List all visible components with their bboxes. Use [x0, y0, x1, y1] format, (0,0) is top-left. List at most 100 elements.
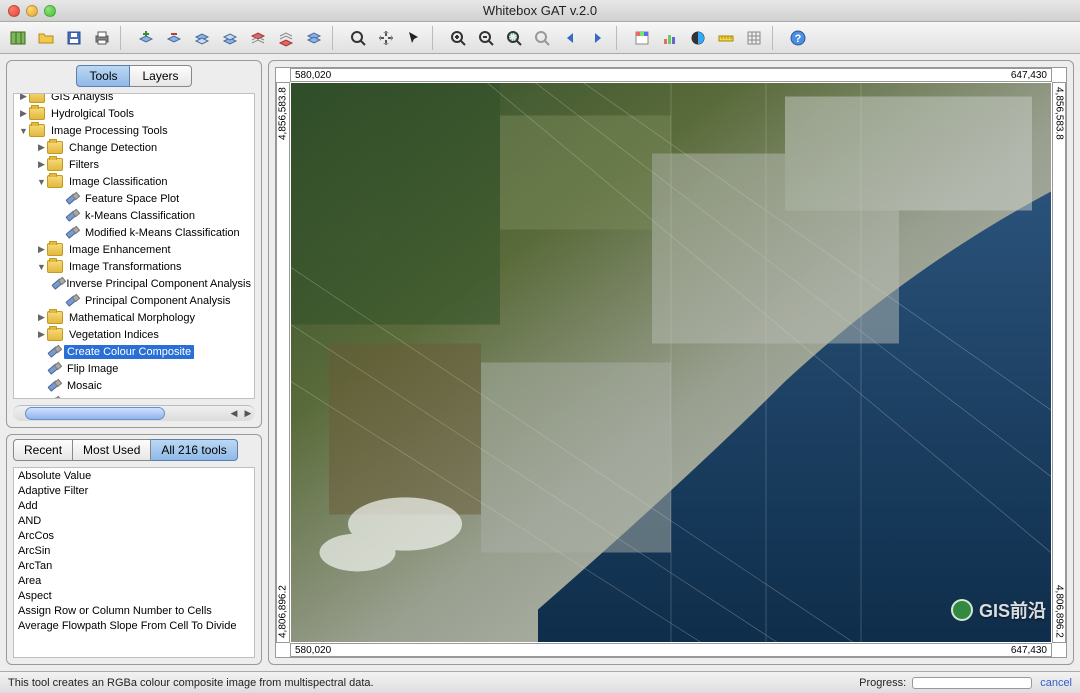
tree-row[interactable]: ▶Image Enhancement	[14, 241, 254, 258]
print-icon[interactable]	[90, 26, 114, 50]
tree-row[interactable]: Flip Image	[14, 360, 254, 377]
ruler-right: 4,856,583.8 4,806,896.2	[1052, 82, 1066, 643]
list-item[interactable]: ArcTan	[14, 558, 254, 573]
tool-icon	[47, 362, 61, 375]
tab-recent[interactable]: Recent	[13, 439, 73, 461]
folder-icon	[47, 243, 63, 256]
all-tools-list[interactable]: Absolute ValueAdaptive FilterAddANDArcCo…	[13, 467, 255, 658]
tool-tree[interactable]: ▶GIS Analysis▶Hydrolgical Tools▼Image Pr…	[13, 93, 255, 399]
tree-row[interactable]: k-Means Classification	[14, 207, 254, 224]
disclosure-triangle-icon[interactable]: ▼	[18, 126, 29, 136]
disclosure-triangle-icon[interactable]: ▶	[18, 93, 29, 102]
folder-icon	[29, 93, 45, 103]
disclosure-triangle-icon[interactable]: ▶	[36, 244, 47, 255]
coord-x-left: 580,020	[295, 70, 331, 81]
zoom-full-icon[interactable]	[346, 26, 370, 50]
progress-bar	[912, 677, 1032, 689]
scroll-right-icon[interactable]: ▶	[241, 406, 255, 421]
list-item[interactable]: Assign Row or Column Number to Cells	[14, 603, 254, 618]
coord-y-top-l: 4,856,583.8	[278, 87, 289, 140]
disclosure-triangle-icon[interactable]: ▼	[36, 177, 47, 187]
tree-row[interactable]: Inverse Principal Component Analysis	[14, 275, 254, 292]
list-item[interactable]: Average Flowpath Slope From Cell To Divi…	[14, 618, 254, 633]
tree-row[interactable]: ▼Image Classification	[14, 173, 254, 190]
tab-most-used[interactable]: Most Used	[73, 439, 151, 461]
tree-row[interactable]: Create Colour Composite	[14, 343, 254, 360]
coord-x-right: 647,430	[1011, 70, 1047, 81]
layer-add-icon[interactable]	[134, 26, 158, 50]
map-view[interactable]: 580,020 647,430 580,020 647,430 4,806,89…	[275, 67, 1067, 658]
folder-open-icon[interactable]	[34, 26, 58, 50]
list-item[interactable]: Adaptive Filter	[14, 483, 254, 498]
tree-row[interactable]: ▶Change Detection	[14, 139, 254, 156]
save-icon[interactable]	[62, 26, 86, 50]
tree-row[interactable]: ▶Hydrolgical Tools	[14, 105, 254, 122]
tree-item-label: Feature Space Plot	[82, 192, 182, 206]
arrow-left-icon[interactable]	[558, 26, 582, 50]
histogram-icon[interactable]	[658, 26, 682, 50]
raster-calc-icon[interactable]	[742, 26, 766, 50]
tools-panel: Tools Layers ▶GIS Analysis▶Hydrolgical T…	[6, 60, 262, 428]
palette-icon[interactable]	[630, 26, 654, 50]
coord-y-bottom-r: 4,806,896.2	[1054, 585, 1065, 638]
arrow-right-icon[interactable]	[586, 26, 610, 50]
contrast-icon[interactable]	[686, 26, 710, 50]
tree-row[interactable]: ▼Image Processing Tools	[14, 122, 254, 139]
main-toolbar: ?	[0, 22, 1080, 54]
tree-row[interactable]: Resample	[14, 394, 254, 399]
zoom-selection-icon[interactable]	[502, 26, 526, 50]
zoom-out-icon[interactable]	[474, 26, 498, 50]
tree-row[interactable]: ▶Mathematical Morphology	[14, 309, 254, 326]
attribute-table-icon[interactable]	[302, 26, 326, 50]
tab-all-tools[interactable]: All 216 tools	[151, 439, 237, 461]
list-item[interactable]: Aspect	[14, 588, 254, 603]
tree-item-label: Inverse Principal Component Analysis	[63, 277, 254, 291]
disclosure-triangle-icon[interactable]: ▶	[36, 312, 47, 323]
tree-row[interactable]: Modified k-Means Classification	[14, 224, 254, 241]
tree-row[interactable]: ▶GIS Analysis	[14, 93, 254, 105]
tree-item-label: Image Transformations	[66, 260, 185, 274]
tree-row[interactable]: ▼ Image Transformations	[14, 258, 254, 275]
disclosure-triangle-icon[interactable]: ▼	[36, 262, 47, 272]
list-item[interactable]: ArcSin	[14, 543, 254, 558]
toolbar-separator	[616, 26, 624, 50]
tree-row[interactable]: ▶Filters	[14, 156, 254, 173]
zoom-previous-icon[interactable]	[530, 26, 554, 50]
tab-tools[interactable]: Tools	[76, 65, 130, 87]
ruler-top: 580,020 647,430	[290, 68, 1052, 82]
cancel-link[interactable]: cancel	[1040, 677, 1072, 689]
folder-icon	[29, 107, 45, 120]
measure-icon[interactable]	[714, 26, 738, 50]
list-item[interactable]: Area	[14, 573, 254, 588]
pan-icon[interactable]	[374, 26, 398, 50]
list-item[interactable]: AND	[14, 513, 254, 528]
scroll-left-icon[interactable]: ◀	[227, 406, 241, 421]
disclosure-triangle-icon[interactable]: ▶	[36, 159, 47, 170]
disclosure-triangle-icon[interactable]: ▶	[18, 108, 29, 119]
tree-row[interactable]: ▶Vegetation Indices	[14, 326, 254, 343]
satellite-image	[291, 83, 1051, 642]
layer-remove-icon[interactable]	[162, 26, 186, 50]
pointer-icon[interactable]	[402, 26, 426, 50]
tree-hscrollbar[interactable]: ◀ ▶	[13, 405, 255, 421]
list-item[interactable]: Absolute Value	[14, 468, 254, 483]
layer-raise-icon[interactable]	[190, 26, 214, 50]
tree-row[interactable]: Principal Component Analysis	[14, 292, 254, 309]
tree-row[interactable]: Mosaic	[14, 377, 254, 394]
zoom-in-icon[interactable]	[446, 26, 470, 50]
layer-lower-icon[interactable]	[218, 26, 242, 50]
folder-icon	[47, 175, 63, 188]
progress-label: Progress:	[859, 677, 906, 689]
layer-to-bottom-icon[interactable]	[274, 26, 298, 50]
tool-icon	[47, 345, 61, 358]
disclosure-triangle-icon[interactable]: ▶	[36, 142, 47, 153]
help-icon[interactable]: ?	[786, 26, 810, 50]
list-item[interactable]: Add	[14, 498, 254, 513]
map-icon[interactable]	[6, 26, 30, 50]
disclosure-triangle-icon[interactable]: ▶	[36, 329, 47, 340]
tree-row[interactable]: Feature Space Plot	[14, 190, 254, 207]
layer-to-top-icon[interactable]	[246, 26, 270, 50]
scrollbar-thumb[interactable]	[25, 407, 165, 420]
tab-layers[interactable]: Layers	[130, 65, 191, 87]
list-item[interactable]: ArcCos	[14, 528, 254, 543]
